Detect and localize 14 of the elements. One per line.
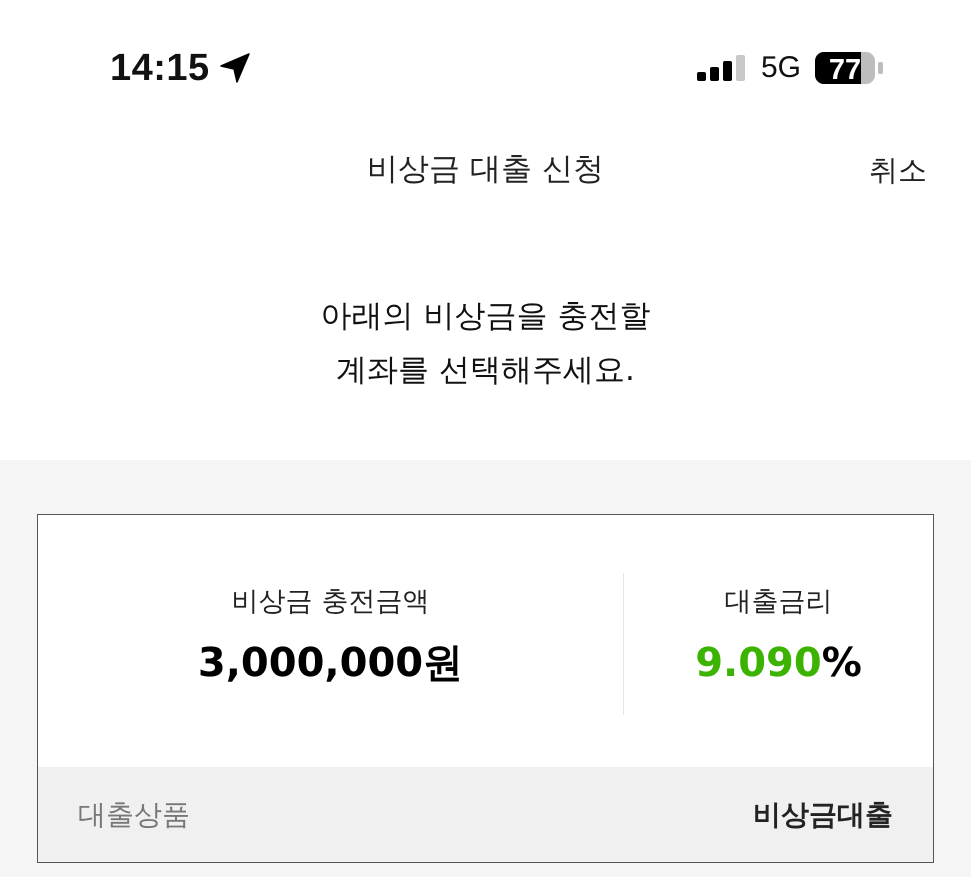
amount-value: 3,000,000원 xyxy=(198,639,464,688)
rate-label: 대출금리 xyxy=(724,586,832,618)
status-time: 14:15 xyxy=(110,49,210,87)
signal-bars-icon xyxy=(696,55,745,81)
cancel-button[interactable]: 취소 xyxy=(869,152,927,188)
amount-label: 비상금 충전금액 xyxy=(232,586,430,618)
product-label: 대출상품 xyxy=(78,796,190,832)
location-arrow-icon xyxy=(220,53,250,83)
instruction-text: 아래의 비상금을 충전할 계좌를 선택해주세요. xyxy=(320,297,650,390)
product-value: 비상금대출 xyxy=(753,796,893,832)
network-label: 5G xyxy=(760,53,801,83)
interest-rate-value: 9.090% xyxy=(695,639,862,688)
battery-indicator: 77 xyxy=(815,52,885,84)
page-title: 비상금 대출 신청 xyxy=(367,151,604,189)
